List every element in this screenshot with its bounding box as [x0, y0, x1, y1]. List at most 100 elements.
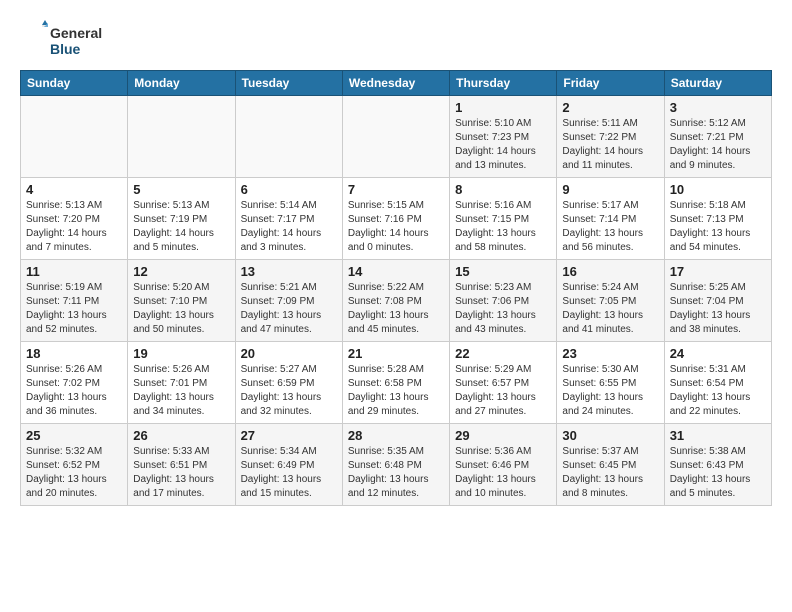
day-number: 17	[670, 264, 766, 279]
calendar-table: SundayMondayTuesdayWednesdayThursdayFrid…	[20, 70, 772, 506]
day-cell	[128, 96, 235, 178]
day-cell: 17 Sunrise: 5:25 AM Sunset: 7:04 PM Dayli…	[664, 260, 771, 342]
day-info: Sunrise: 5:11 AM Sunset: 7:22 PM Dayligh…	[562, 117, 658, 173]
day-info: Sunrise: 5:13 AM Sunset: 7:19 PM Dayligh…	[133, 199, 229, 255]
day-cell: 26Sunrise: 5:33 AM Sunset: 6:51 PM Dayli…	[128, 424, 235, 506]
header-cell-friday: Friday	[557, 71, 664, 96]
day-cell: 4Sunrise: 5:13 AM Sunset: 7:20 PM Daylig…	[21, 178, 128, 260]
logo-svg: General Blue	[20, 20, 140, 60]
day-number: 18	[26, 346, 122, 361]
day-info: Sunrise: 5:28 AM Sunset: 6:58 PM Dayligh…	[348, 363, 444, 419]
header-cell-monday: Monday	[128, 71, 235, 96]
header: General Blue	[20, 20, 772, 60]
day-number: 6	[241, 182, 337, 197]
day-cell: 28Sunrise: 5:35 AM Sunset: 6:48 PM Dayli…	[342, 424, 449, 506]
day-cell: 6 Sunrise: 5:14 AM Sunset: 7:17 PM Daylig…	[235, 178, 342, 260]
header-cell-saturday: Saturday	[664, 71, 771, 96]
day-info: Sunrise: 5:19 AM Sunset: 7:11 PM Dayligh…	[26, 281, 122, 337]
day-number: 23	[562, 346, 658, 361]
day-number: 16	[562, 264, 658, 279]
day-cell: 16 Sunrise: 5:24 AM Sunset: 7:05 PM Dayli…	[557, 260, 664, 342]
day-info: Sunrise: 5:31 AM Sunset: 6:54 PM Dayligh…	[670, 363, 766, 419]
day-info: Sunrise: 5:25 AM Sunset: 7:04 PM Dayligh…	[670, 281, 766, 337]
day-number: 12	[133, 264, 229, 279]
day-number: 2	[562, 100, 658, 115]
day-number: 15	[455, 264, 551, 279]
day-number: 24	[670, 346, 766, 361]
logo: General Blue	[20, 20, 140, 60]
day-number: 19	[133, 346, 229, 361]
day-cell: 22 Sunrise: 5:29 AM Sunset: 6:57 PM Dayli…	[450, 342, 557, 424]
day-info: Sunrise: 5:29 AM Sunset: 6:57 PM Dayligh…	[455, 363, 551, 419]
day-cell: 30 Sunrise: 5:37 AM Sunset: 6:45 PM Dayli…	[557, 424, 664, 506]
svg-text:Blue: Blue	[50, 41, 81, 57]
day-cell: 15 Sunrise: 5:23 AM Sunset: 7:06 PM Dayli…	[450, 260, 557, 342]
day-info: Sunrise: 5:33 AM Sunset: 6:51 PM Dayligh…	[133, 445, 229, 501]
day-number: 30	[562, 428, 658, 443]
day-info: Sunrise: 5:24 AM Sunset: 7:05 PM Dayligh…	[562, 281, 658, 337]
day-number: 8	[455, 182, 551, 197]
day-info: Sunrise: 5:26 AM Sunset: 7:02 PM Dayligh…	[26, 363, 122, 419]
header-row: SundayMondayTuesdayWednesdayThursdayFrid…	[21, 71, 772, 96]
week-row-1: 1Sunrise: 5:10 AM Sunset: 7:23 PM Daylig…	[21, 96, 772, 178]
day-cell: 20 Sunrise: 5:27 AM Sunset: 6:59 PM Dayli…	[235, 342, 342, 424]
day-info: Sunrise: 5:20 AM Sunset: 7:10 PM Dayligh…	[133, 281, 229, 337]
day-number: 14	[348, 264, 444, 279]
day-info: Sunrise: 5:37 AM Sunset: 6:45 PM Dayligh…	[562, 445, 658, 501]
day-cell: 21Sunrise: 5:28 AM Sunset: 6:58 PM Dayli…	[342, 342, 449, 424]
header-cell-thursday: Thursday	[450, 71, 557, 96]
day-info: Sunrise: 5:26 AM Sunset: 7:01 PM Dayligh…	[133, 363, 229, 419]
week-row-4: 18 Sunrise: 5:26 AM Sunset: 7:02 PM Dayli…	[21, 342, 772, 424]
day-number: 27	[241, 428, 337, 443]
day-number: 13	[241, 264, 337, 279]
day-number: 4	[26, 182, 122, 197]
day-info: Sunrise: 5:30 AM Sunset: 6:55 PM Dayligh…	[562, 363, 658, 419]
week-row-5: 25 Sunrise: 5:32 AM Sunset: 6:52 PM Dayli…	[21, 424, 772, 506]
day-number: 28	[348, 428, 444, 443]
day-info: Sunrise: 5:22 AM Sunset: 7:08 PM Dayligh…	[348, 281, 444, 337]
day-number: 25	[26, 428, 122, 443]
day-number: 3	[670, 100, 766, 115]
day-cell: 24 Sunrise: 5:31 AM Sunset: 6:54 PM Dayli…	[664, 342, 771, 424]
day-number: 22	[455, 346, 551, 361]
day-cell	[342, 96, 449, 178]
day-cell: 29Sunrise: 5:36 AM Sunset: 6:46 PM Dayli…	[450, 424, 557, 506]
day-info: Sunrise: 5:23 AM Sunset: 7:06 PM Dayligh…	[455, 281, 551, 337]
day-cell: 8 Sunrise: 5:16 AM Sunset: 7:15 PM Daylig…	[450, 178, 557, 260]
day-number: 29	[455, 428, 551, 443]
day-cell: 27 Sunrise: 5:34 AM Sunset: 6:49 PM Dayli…	[235, 424, 342, 506]
day-cell: 18 Sunrise: 5:26 AM Sunset: 7:02 PM Dayli…	[21, 342, 128, 424]
week-row-3: 11 Sunrise: 5:19 AM Sunset: 7:11 PM Dayli…	[21, 260, 772, 342]
day-cell: 7Sunrise: 5:15 AM Sunset: 7:16 PM Daylig…	[342, 178, 449, 260]
day-cell: 14 Sunrise: 5:22 AM Sunset: 7:08 PM Dayli…	[342, 260, 449, 342]
day-cell: 3Sunrise: 5:12 AM Sunset: 7:21 PM Daylig…	[664, 96, 771, 178]
week-row-2: 4Sunrise: 5:13 AM Sunset: 7:20 PM Daylig…	[21, 178, 772, 260]
day-number: 20	[241, 346, 337, 361]
day-info: Sunrise: 5:34 AM Sunset: 6:49 PM Dayligh…	[241, 445, 337, 501]
day-number: 11	[26, 264, 122, 279]
day-cell: 2 Sunrise: 5:11 AM Sunset: 7:22 PM Daylig…	[557, 96, 664, 178]
day-info: Sunrise: 5:17 AM Sunset: 7:14 PM Dayligh…	[562, 199, 658, 255]
day-cell: 23 Sunrise: 5:30 AM Sunset: 6:55 PM Dayli…	[557, 342, 664, 424]
day-cell: 25 Sunrise: 5:32 AM Sunset: 6:52 PM Dayli…	[21, 424, 128, 506]
day-info: Sunrise: 5:27 AM Sunset: 6:59 PM Dayligh…	[241, 363, 337, 419]
day-cell: 1Sunrise: 5:10 AM Sunset: 7:23 PM Daylig…	[450, 96, 557, 178]
day-info: Sunrise: 5:14 AM Sunset: 7:17 PM Dayligh…	[241, 199, 337, 255]
day-info: Sunrise: 5:21 AM Sunset: 7:09 PM Dayligh…	[241, 281, 337, 337]
day-cell: 10Sunrise: 5:18 AM Sunset: 7:13 PM Dayli…	[664, 178, 771, 260]
day-cell: 12 Sunrise: 5:20 AM Sunset: 7:10 PM Dayli…	[128, 260, 235, 342]
day-cell: 19 Sunrise: 5:26 AM Sunset: 7:01 PM Dayli…	[128, 342, 235, 424]
day-cell	[235, 96, 342, 178]
day-number: 1	[455, 100, 551, 115]
day-info: Sunrise: 5:18 AM Sunset: 7:13 PM Dayligh…	[670, 199, 766, 255]
header-cell-tuesday: Tuesday	[235, 71, 342, 96]
day-cell: 9 Sunrise: 5:17 AM Sunset: 7:14 PM Daylig…	[557, 178, 664, 260]
day-info: Sunrise: 5:16 AM Sunset: 7:15 PM Dayligh…	[455, 199, 551, 255]
day-info: Sunrise: 5:15 AM Sunset: 7:16 PM Dayligh…	[348, 199, 444, 255]
day-info: Sunrise: 5:32 AM Sunset: 6:52 PM Dayligh…	[26, 445, 122, 501]
day-number: 9	[562, 182, 658, 197]
day-cell	[21, 96, 128, 178]
svg-text:General: General	[50, 25, 102, 41]
day-number: 31	[670, 428, 766, 443]
day-cell: 13 Sunrise: 5:21 AM Sunset: 7:09 PM Dayli…	[235, 260, 342, 342]
